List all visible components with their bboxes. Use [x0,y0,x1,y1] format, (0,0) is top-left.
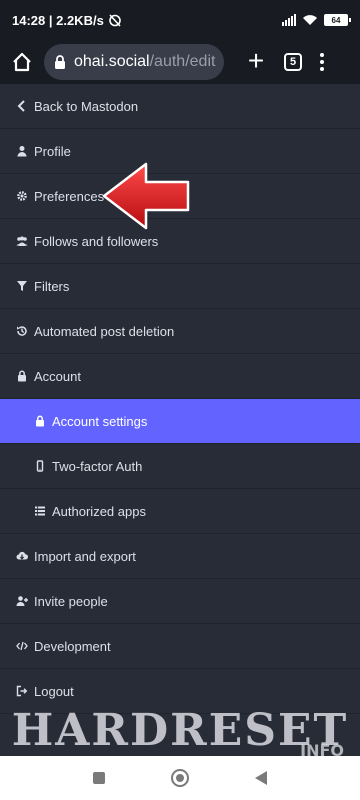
alarm-off-icon [109,14,121,27]
list-icon [34,505,46,517]
status-right: 64 [282,14,351,26]
nav-account[interactable]: Account [0,354,360,399]
watermark-text: HARDRESET [11,704,349,756]
status-left: 14:28 | 2.2KB/s [12,13,122,28]
url-host: ohai.social [74,53,150,70]
url-path: /auth/edit [149,53,216,70]
more-menu-button[interactable] [318,53,326,71]
red-arrow-annotation [102,162,190,230]
home-button[interactable] [8,48,36,76]
system-navigation-bar [0,756,360,800]
lock-icon [16,370,28,382]
user-plus-icon [16,595,28,607]
home-nav-button[interactable] [171,769,189,787]
tab-switcher-button[interactable]: 5 [284,53,302,71]
nav-filters[interactable]: Filters [0,264,360,309]
gear-icon [16,190,28,202]
nav-back-to-mastodon[interactable]: Back to Mastodon [0,84,360,129]
wifi-icon [303,15,317,25]
address-bar[interactable]: ohai.social/auth/edit [44,44,224,80]
sign-out-icon [16,685,28,697]
nav-invite-people[interactable]: Invite people [0,579,360,624]
users-icon [16,235,28,247]
nav-two-factor-auth[interactable]: Two-factor Auth [0,444,360,489]
nav-development[interactable]: Development [0,624,360,669]
user-icon [16,145,28,157]
nav-account-settings[interactable]: Account settings [0,399,360,444]
home-icon [13,52,31,72]
status-bar: 14:28 | 2.2KB/s 64 [0,0,360,40]
back-nav-button[interactable] [255,771,267,785]
nav-automated-post-deletion[interactable]: Automated post deletion [0,309,360,354]
status-time-speed: 14:28 | 2.2KB/s [12,12,104,28]
filter-icon [16,280,28,292]
nav-authorized-apps[interactable]: Authorized apps [0,489,360,534]
recent-apps-button[interactable] [93,772,105,784]
lock-icon [34,415,46,427]
new-tab-button[interactable]: + [242,47,270,76]
watermark: HARDRESET INFO [0,700,360,761]
chevron-left-icon [16,100,28,112]
battery-icon: 64 [324,14,351,26]
code-icon [16,640,28,652]
signal-icon [282,14,296,26]
lock-icon [55,55,65,69]
browser-toolbar: ohai.social/auth/edit + 5 [0,40,360,84]
history-icon [16,325,28,337]
nav-import-and-export[interactable]: Import and export [0,534,360,579]
cloud-download-icon [16,550,28,562]
mobile-icon [34,460,46,472]
